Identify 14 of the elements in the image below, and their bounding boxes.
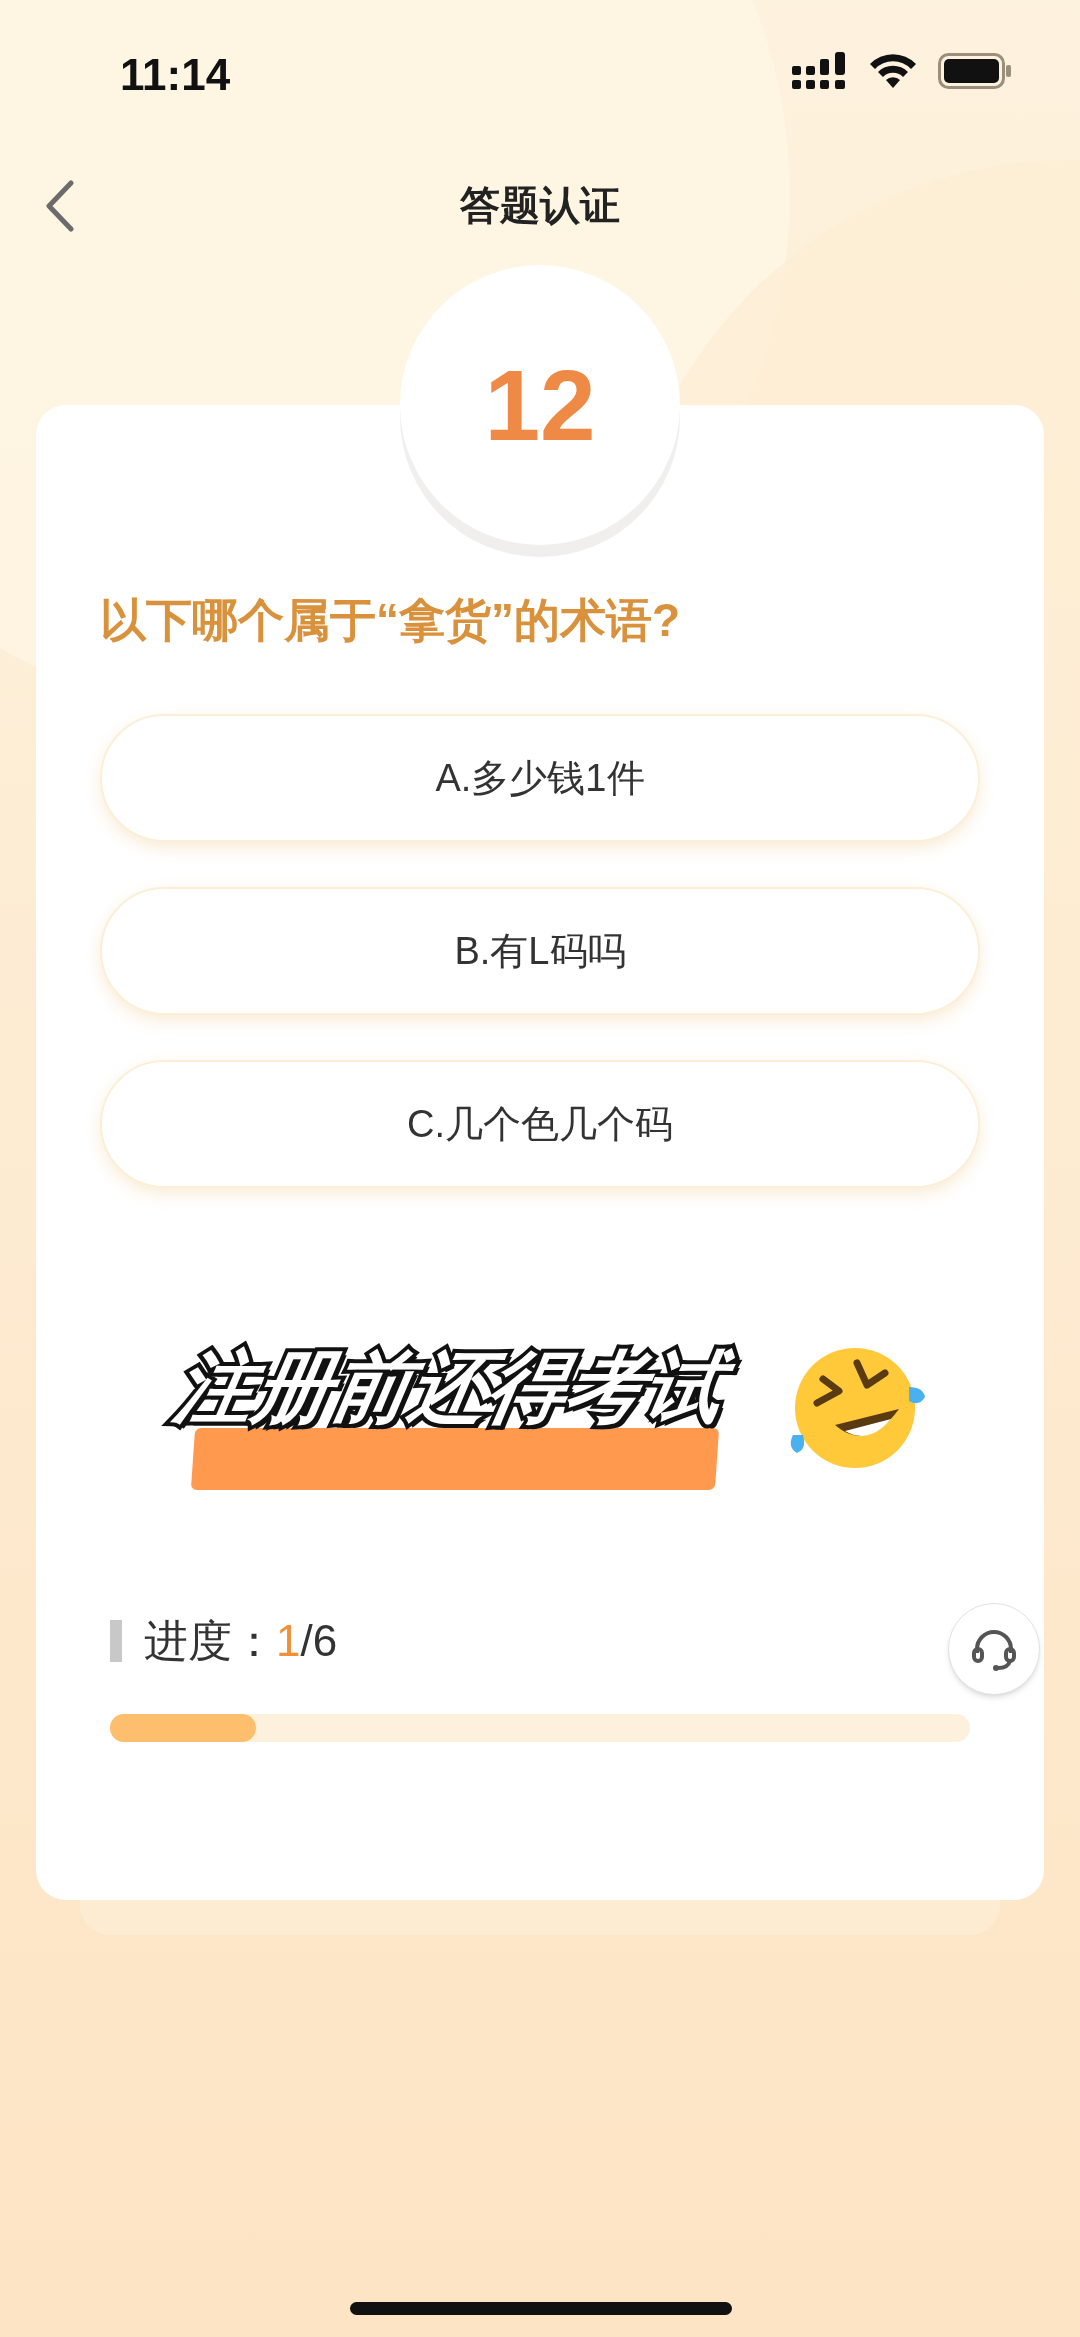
page-title: 答题认证 xyxy=(460,182,620,229)
battery-icon xyxy=(938,53,1012,89)
status-time: 11:14 xyxy=(120,49,231,101)
answer-option[interactable]: B.有L码吗 xyxy=(100,887,980,1015)
answer-option[interactable]: A.多少钱1件 xyxy=(100,714,980,842)
signal-icon xyxy=(792,52,848,90)
back-icon xyxy=(45,180,75,232)
answer-option[interactable]: C.几个色几个码 xyxy=(100,1060,980,1188)
caption-text: 注册前还得考试 xyxy=(143,1333,757,1443)
progress-label: 进度：1/6 xyxy=(144,1615,338,1667)
section-marker xyxy=(110,1620,122,1662)
headset-icon xyxy=(971,1627,1017,1671)
wifi-icon xyxy=(870,54,916,88)
question-text: 以下哪个属于“拿货”的术语? xyxy=(100,593,682,648)
